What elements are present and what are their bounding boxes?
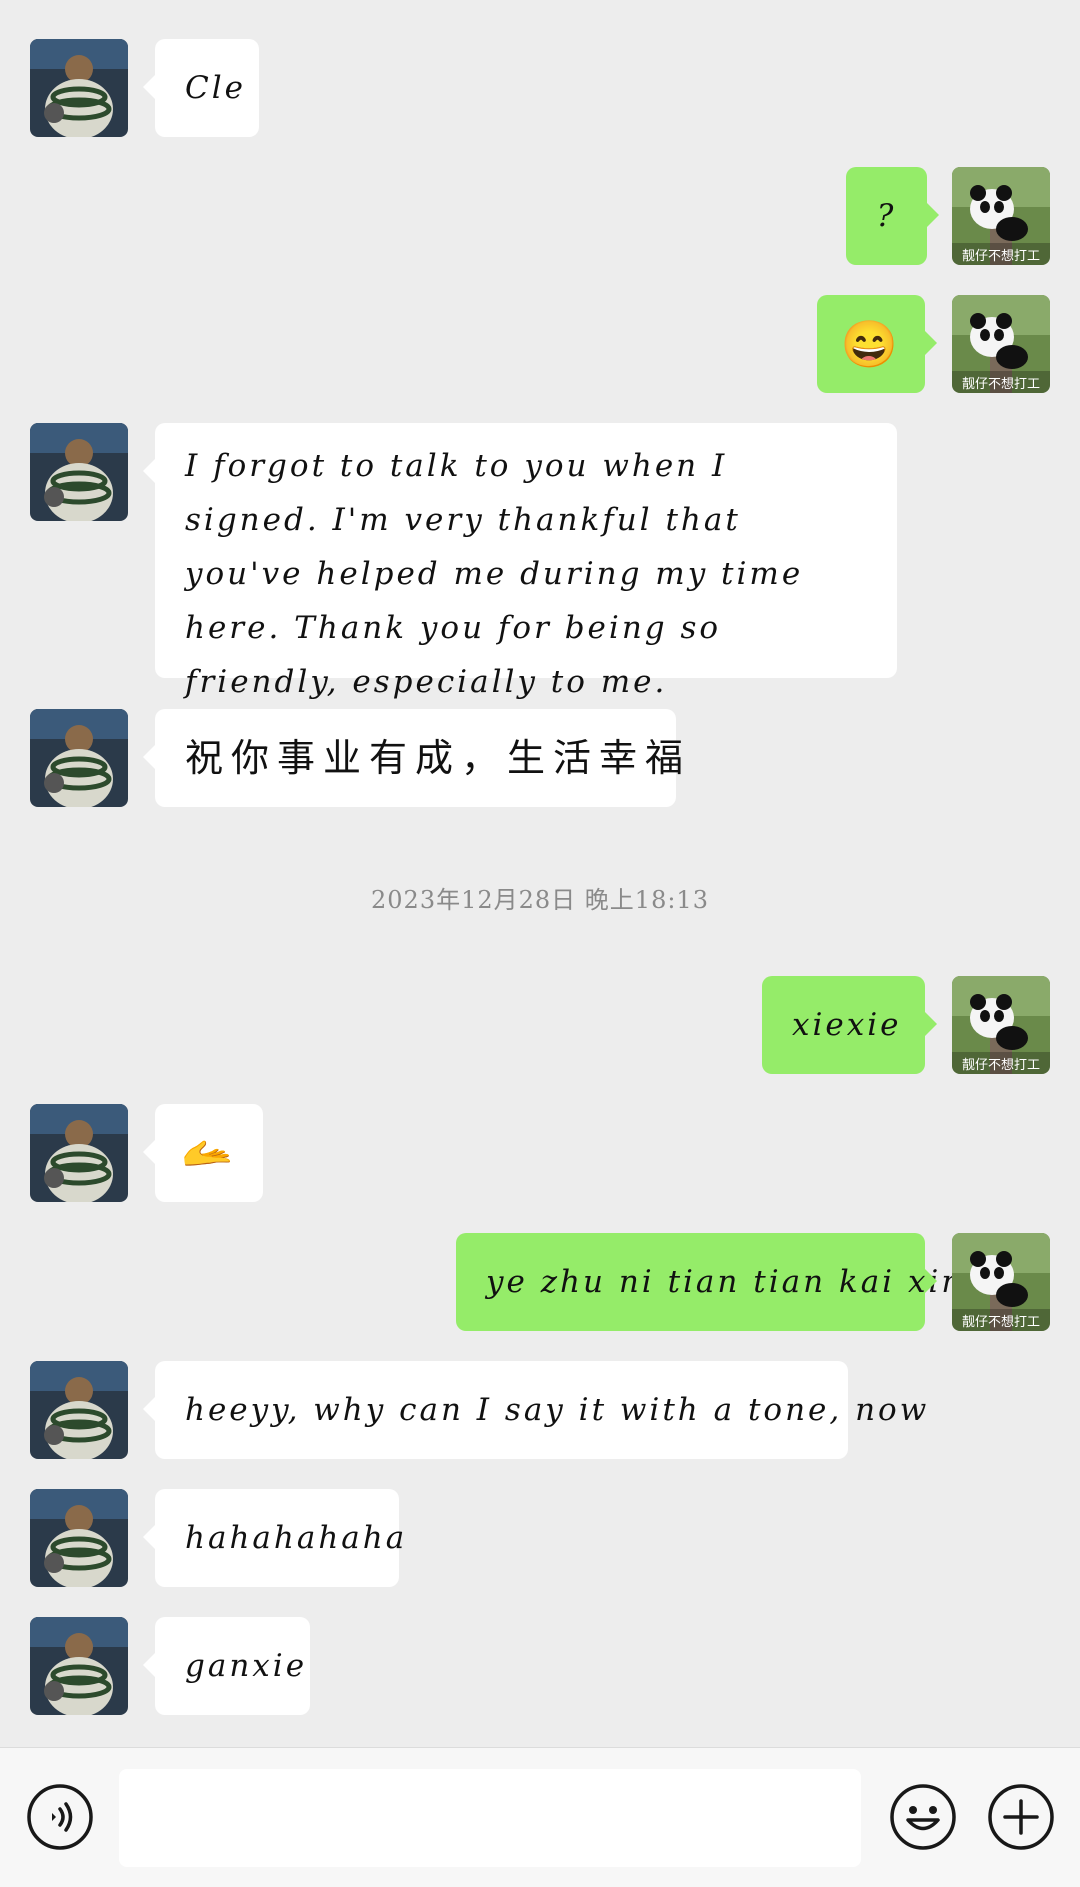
message-bubble-outgoing[interactable]: ye zhu ni tian tian kai xin [456,1233,961,1331]
message-text: ganxie [185,1648,308,1684]
message-bubble-incoming[interactable]: hahahahaha [143,1489,404,1587]
palm-up-hand-emoji: 🫴 [181,1128,237,1177]
own-avatar[interactable]: 靓仔不想打工 [952,167,1050,265]
contact-avatar[interactable] [30,423,128,521]
contact-avatar[interactable] [30,1361,128,1459]
message-bubble-incoming[interactable]: ganxie [143,1617,310,1715]
message-text: ye zhu ni tian tian kai xin [486,1264,965,1300]
message-bubble-outgoing[interactable]: xiexie [762,976,937,1074]
message-text: heeyy, why can I say it with a tone, now [185,1392,930,1428]
message-text: 祝你事业有成，生活幸福 [185,736,692,780]
timestamp: 2023年12月28日 晚上18:13 [371,886,709,914]
message-text: I forgot to talk to you when I signed. I… [185,448,804,700]
contact-avatar[interactable] [30,39,128,137]
message-input[interactable] [119,1769,861,1867]
svg-text:靓仔不想打工: 靓仔不想打工 [962,376,1040,392]
contact-avatar[interactable] [30,1617,128,1715]
contact-avatar[interactable] [30,1489,128,1587]
own-avatar[interactable]: 靓仔不想打工 [952,295,1050,393]
svg-text:靓仔不想打工: 靓仔不想打工 [962,1057,1040,1073]
grinning-face-emoji: 😄 [840,317,902,371]
message-text: ? [876,198,897,234]
contact-avatar[interactable] [30,709,128,807]
message-bubble-outgoing[interactable]: 😄 [817,295,937,393]
message-bubble-incoming[interactable]: 🫴 [143,1104,263,1202]
message-bubble-incoming[interactable]: 祝你事业有成，生活幸福 [143,709,683,807]
message-bubble-incoming[interactable]: Cle [143,39,259,137]
svg-text:靓仔不想打工: 靓仔不想打工 [962,248,1040,264]
message-text: xiexie [792,1007,902,1043]
svg-text:靓仔不想打工: 靓仔不想打工 [962,1314,1040,1330]
own-avatar[interactable]: 靓仔不想打工 [952,1233,1050,1331]
message-bubble-outgoing[interactable]: ? [846,167,939,265]
voice-icon[interactable] [26,1783,94,1851]
message-bubble-incoming[interactable]: heeyy, why can I say it with a tone, now [143,1361,926,1459]
plus-icon[interactable] [987,1783,1055,1851]
input-bar [0,1747,1080,1887]
message-text: hahahahaha [185,1520,408,1556]
message-bubble-incoming[interactable]: I forgot to talk to you when I signed. I… [143,423,897,700]
emoji-icon[interactable] [889,1783,957,1851]
own-avatar[interactable]: 靓仔不想打工 [952,976,1050,1074]
chat-area[interactable]: Cle ? 靓仔不想打工 😄 靓仔不想打工 I forgot to talk t… [0,0,1080,1747]
contact-avatar[interactable] [30,1104,128,1202]
message-text: Cle [185,70,246,106]
